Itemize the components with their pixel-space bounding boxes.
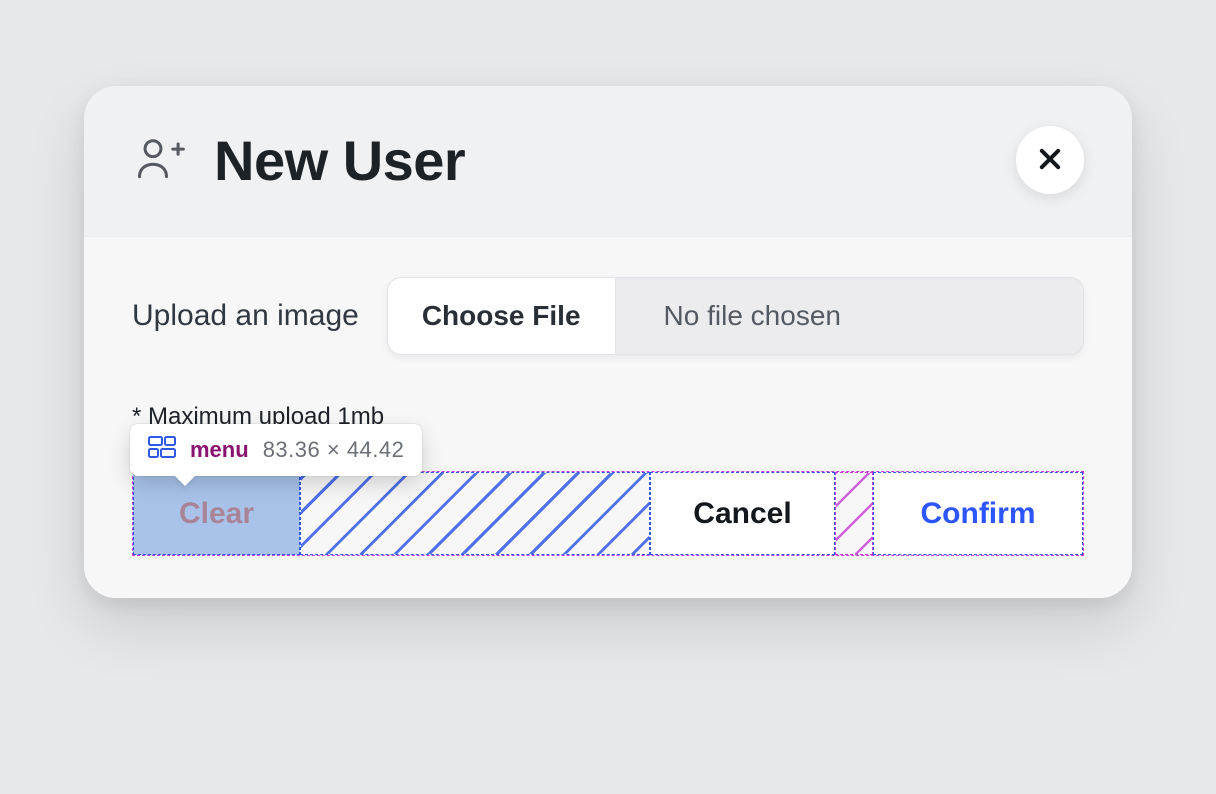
upload-label: Upload an image — [132, 299, 359, 333]
flex-spacer — [300, 472, 650, 555]
flex-icon — [148, 436, 176, 464]
file-picker: Choose File No file chosen — [387, 277, 1084, 355]
clear-button[interactable]: Clear — [133, 472, 300, 555]
close-icon — [1036, 145, 1064, 176]
confirm-button-label: Confirm — [921, 497, 1036, 531]
dialog-header: New User — [84, 86, 1132, 236]
choose-file-button[interactable]: Choose File — [388, 278, 616, 354]
upload-row: Upload an image Choose File No file chos… — [132, 277, 1084, 355]
devtools-hatch — [301, 473, 649, 554]
devtools-tag: menu — [190, 437, 249, 463]
action-row: Clear Cancel Confirm — [132, 471, 1084, 556]
cancel-button[interactable]: Cancel — [650, 472, 835, 555]
devtools-dimensions: 83.36 × 44.42 — [263, 437, 405, 463]
devtools-tooltip: menu 83.36 × 44.42 — [130, 424, 422, 476]
dialog-title: New User — [214, 128, 990, 193]
devtools-gap-hatch — [836, 473, 872, 554]
cancel-button-label: Cancel — [693, 497, 791, 531]
new-user-dialog: New User Upload an image Choose File No … — [84, 86, 1132, 598]
flex-gap — [835, 472, 873, 555]
close-button[interactable] — [1016, 126, 1084, 194]
dialog-body: Upload an image Choose File No file chos… — [84, 236, 1132, 441]
file-status: No file chosen — [616, 278, 1083, 354]
confirm-button[interactable]: Confirm — [873, 472, 1083, 555]
add-user-icon — [132, 130, 188, 191]
clear-button-label: Clear — [179, 497, 254, 531]
